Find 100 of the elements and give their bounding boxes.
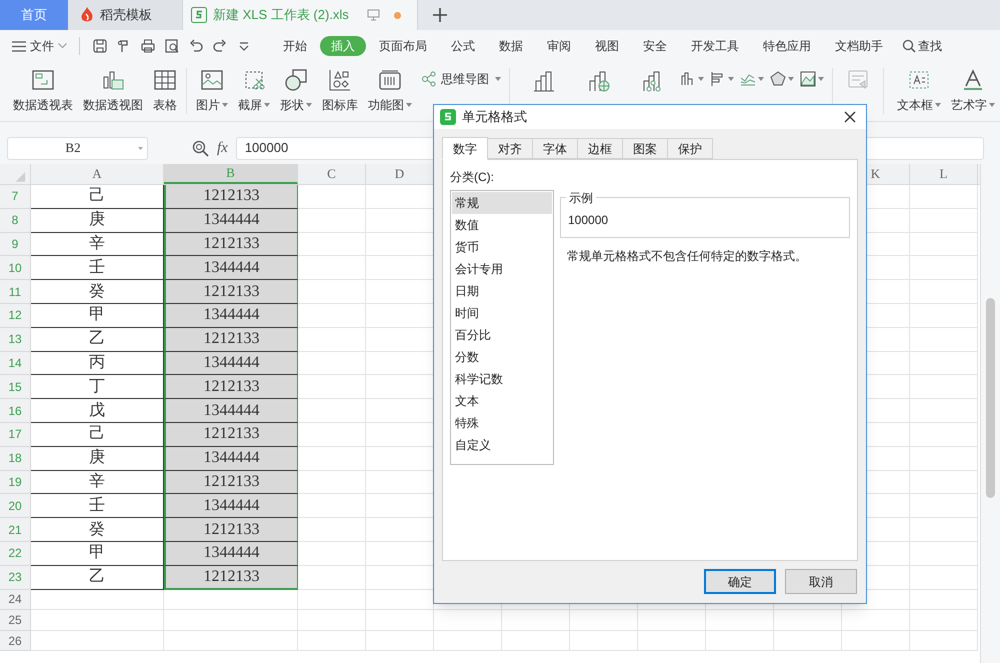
online-chart-icon[interactable] <box>587 69 611 93</box>
menu-tab[interactable]: 开始 <box>272 36 318 56</box>
dialog-tab[interactable]: 对齐 <box>487 138 533 159</box>
list-item[interactable]: 科学记数 <box>452 368 552 390</box>
table-cell: 1344444 <box>164 208 298 233</box>
menu-tab[interactable]: 安全 <box>632 36 678 56</box>
dialog-button[interactable]: 取消 <box>785 569 857 594</box>
ribbon-button[interactable]: 表格 <box>148 68 182 116</box>
table-cell: 1344444 <box>164 352 298 376</box>
monitor-icon[interactable] <box>367 9 380 21</box>
list-item[interactable]: 文本 <box>452 390 552 412</box>
search-icon <box>902 39 916 53</box>
name-box[interactable]: B2 <box>7 136 148 160</box>
menu-tab[interactable]: 审阅 <box>536 36 582 56</box>
column-header[interactable]: C <box>298 164 366 184</box>
caret-icon[interactable] <box>728 77 734 81</box>
save-icon[interactable] <box>93 39 107 53</box>
close-icon[interactable] <box>844 111 856 123</box>
dialog-button[interactable]: 确定 <box>704 569 776 594</box>
list-item[interactable]: 自定义 <box>452 434 552 456</box>
empty-cell <box>910 256 978 280</box>
undo-icon[interactable] <box>189 39 203 53</box>
empty-cell <box>910 542 978 566</box>
table-cell: 1212133 <box>164 375 298 400</box>
row-header[interactable]: 25 <box>0 610 31 631</box>
list-item[interactable]: 货币 <box>452 236 552 258</box>
empty-cell <box>910 446 978 471</box>
document-tab[interactable]: 稻壳模板 <box>68 0 182 30</box>
list-item[interactable]: 会计专用 <box>452 258 552 280</box>
dialog-tab[interactable]: 图案 <box>622 138 668 159</box>
table-cell: 1212133 <box>164 518 298 542</box>
dialog-tab[interactable]: 保护 <box>667 138 713 159</box>
caret-icon[interactable] <box>138 146 143 150</box>
column-header[interactable]: L <box>910 164 978 184</box>
table-cell: 1344444 <box>164 256 298 280</box>
list-item[interactable]: 百分比 <box>452 324 552 346</box>
file-menu[interactable]: 文件 <box>12 34 71 58</box>
dialog-tab[interactable]: 边框 <box>577 138 623 159</box>
table-cell: 1212133 <box>164 470 298 494</box>
ribbon-button[interactable]: 数据透视图 <box>78 68 148 116</box>
empty-cell <box>910 590 978 610</box>
menu-tab[interactable]: 特色应用 <box>752 36 822 56</box>
dialog-title: 单元格格式 <box>462 108 527 126</box>
row-header[interactable]: 26 <box>0 630 31 652</box>
dialog-tab[interactable]: 字体 <box>532 138 578 159</box>
caret-icon[interactable] <box>264 103 270 107</box>
list-item[interactable]: 时间 <box>452 302 552 324</box>
menu-tab[interactable]: 文档助手 <box>824 36 894 56</box>
print-preview-icon[interactable] <box>165 39 179 53</box>
ribbon-button[interactable]: 功能图 <box>363 68 417 116</box>
add-tab-icon[interactable] <box>433 8 447 22</box>
caret-icon[interactable] <box>989 103 995 107</box>
ribbon-button[interactable]: 艺术字 <box>946 68 1000 116</box>
caret-icon[interactable] <box>788 77 794 81</box>
menu-tab[interactable]: 视图 <box>584 36 630 56</box>
dialog-tab[interactable]: 数字 <box>442 137 488 160</box>
area-chart-icon[interactable] <box>800 71 816 87</box>
ribbon-button[interactable]: 图标库 <box>317 68 363 116</box>
row-header[interactable]: 24 <box>0 590 31 610</box>
radar-chart-icon[interactable] <box>770 71 786 87</box>
mind-map-button[interactable]: 思维导图 <box>421 69 501 89</box>
list-item[interactable]: 常规 <box>452 192 552 214</box>
caret-icon[interactable] <box>758 77 764 81</box>
menu-icon <box>12 40 26 52</box>
bar-chart-icon[interactable] <box>533 69 557 93</box>
list-item[interactable]: 数值 <box>452 214 552 236</box>
list-item[interactable]: 日期 <box>452 280 552 302</box>
search-button[interactable]: 查找 <box>902 37 942 55</box>
menu-tab[interactable]: 开发工具 <box>680 36 750 56</box>
print-icon[interactable] <box>141 39 155 53</box>
menu-tab[interactable]: 公式 <box>440 36 486 56</box>
empty-cell <box>910 304 978 328</box>
ribbon-button[interactable]: 数据透视表 <box>8 68 78 116</box>
empty-cell <box>910 518 978 542</box>
ribbon-button[interactable]: 图片 <box>191 68 233 116</box>
list-item[interactable]: 分数 <box>452 346 552 368</box>
menu-tab[interactable]: 页面布局 <box>368 36 438 56</box>
table-cell: 1212133 <box>164 232 298 256</box>
function-button[interactable]: fx <box>217 136 228 160</box>
scrollbar[interactable] <box>980 164 1000 663</box>
caret-icon[interactable] <box>818 77 824 81</box>
empty-cell <box>910 232 978 256</box>
ribbon-button[interactable]: 形状 <box>275 68 317 116</box>
mind-map-icon <box>421 71 437 87</box>
scrollbar-thumb[interactable] <box>986 298 995 498</box>
ribbon-button[interactable]: 文本框 <box>892 68 946 116</box>
description-text: 常规单元格格式不包含任何特定的数字格式。 <box>566 248 808 265</box>
caret-icon[interactable] <box>406 103 412 107</box>
caret-icon[interactable] <box>222 103 228 107</box>
ribbon-button[interactable]: 截屏 <box>233 68 275 116</box>
caret-icon[interactable] <box>698 77 704 81</box>
caret-icon[interactable] <box>306 103 312 107</box>
menu-tab[interactable]: 数据 <box>488 36 534 56</box>
list-item[interactable]: 特殊 <box>452 412 552 434</box>
zoom-icon[interactable] <box>192 140 209 156</box>
caret-icon[interactable] <box>935 103 941 107</box>
redo-icon[interactable] <box>213 39 227 53</box>
table-cell: 1212133 <box>164 422 298 447</box>
caret-icon[interactable] <box>495 77 501 81</box>
empty-cell <box>910 610 978 631</box>
